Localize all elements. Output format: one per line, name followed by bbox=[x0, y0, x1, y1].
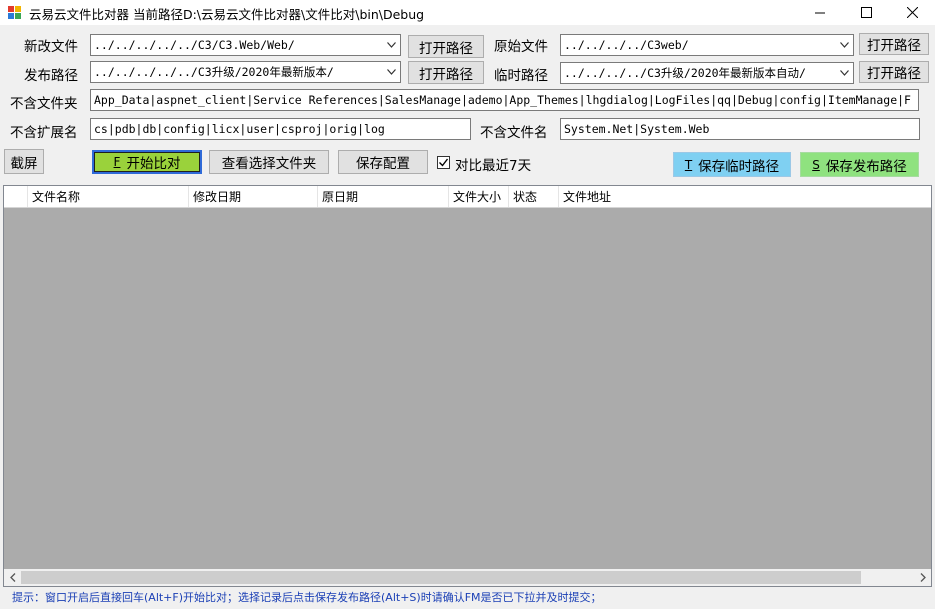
publish-path-value: ../../../../../C3升级/2020年最新版本/ bbox=[94, 65, 334, 79]
save-publish-path-label: 保存发布路径 bbox=[825, 158, 907, 175]
horizontal-scrollbar[interactable] bbox=[4, 569, 931, 586]
maximize-button[interactable] bbox=[843, 0, 889, 25]
check-icon bbox=[439, 158, 449, 167]
close-button[interactable] bbox=[889, 0, 935, 25]
publish-path-label: 发布路径 bbox=[24, 68, 78, 84]
orig-file-label: 原始文件 bbox=[494, 39, 548, 55]
exclude-folder-input[interactable]: App_Data|aspnet_client|Service Reference… bbox=[90, 89, 919, 111]
column-header[interactable]: 文件大小 bbox=[449, 186, 509, 207]
exclude-file-input[interactable]: System.Net|System.Web bbox=[560, 118, 920, 140]
minimize-button[interactable] bbox=[797, 0, 843, 25]
chevron-down-icon[interactable] bbox=[383, 35, 400, 55]
window-title: 云易云文件比对器 当前路径D:\云易云文件比对器\文件比对\bin\Debug bbox=[29, 7, 425, 22]
app-icon bbox=[8, 6, 22, 19]
status-hint: 提示：窗口开启后直接回车(Alt+F)开始比对；选择记录后点击保存发布路径(Al… bbox=[0, 589, 935, 609]
column-header[interactable]: 原日期 bbox=[318, 186, 449, 207]
exclude-folder-label: 不含文件夹 bbox=[10, 96, 78, 112]
save-temp-path-label: 保存临时路径 bbox=[698, 158, 780, 175]
publish-path-combo[interactable]: ../../../../../C3升级/2020年最新版本/ bbox=[90, 61, 401, 83]
minimize-icon bbox=[814, 12, 825, 14]
orig-file-value: ../../../../C3web/ bbox=[564, 38, 689, 52]
view-folder-button[interactable]: 查看选择文件夹 bbox=[209, 150, 329, 174]
row-header-corner bbox=[4, 186, 28, 207]
save-temp-path-button[interactable]: T 保存临时路径 bbox=[673, 152, 791, 177]
new-file-open-button[interactable]: 打开路径 bbox=[408, 35, 484, 58]
exclude-ext-input[interactable]: cs|pdb|db|config|licx|user|csproj|orig|l… bbox=[90, 118, 471, 140]
save-pub-shortcut-key: S bbox=[812, 157, 820, 172]
close-icon bbox=[906, 7, 918, 18]
orig-file-combo[interactable]: ../../../../C3web/ bbox=[560, 34, 854, 56]
column-header[interactable]: 文件地址 bbox=[559, 186, 931, 207]
save-temp-shortcut-key: T bbox=[684, 157, 693, 172]
save-config-button[interactable]: 保存配置 bbox=[338, 150, 428, 174]
recent-7-days-checkbox[interactable] bbox=[437, 156, 450, 169]
temp-path-value: ../../../../C3升级/2020年最新版本自动/ bbox=[564, 66, 806, 80]
column-header[interactable]: 状态 bbox=[509, 186, 559, 207]
temp-path-combo[interactable]: ../../../../C3升级/2020年最新版本自动/ bbox=[560, 62, 854, 84]
new-file-label: 新改文件 bbox=[24, 39, 78, 55]
scroll-left-icon[interactable] bbox=[4, 569, 21, 586]
column-header[interactable]: 修改日期 bbox=[189, 186, 318, 207]
scroll-right-icon[interactable] bbox=[914, 569, 931, 586]
new-file-combo[interactable]: ../../../../../C3/C3.Web/Web/ bbox=[90, 34, 401, 56]
column-header[interactable]: 文件名称 bbox=[28, 186, 189, 207]
save-publish-path-button[interactable]: S 保存发布路径 bbox=[800, 152, 919, 177]
file-compare-grid[interactable]: 文件名称 修改日期 原日期 文件大小 状态 文件地址 bbox=[3, 185, 932, 587]
screenshot-button[interactable]: 截屏 bbox=[4, 149, 44, 174]
scrollbar-thumb[interactable] bbox=[21, 571, 861, 584]
start-shortcut-key: F bbox=[113, 155, 121, 169]
orig-file-open-button[interactable]: 打开路径 bbox=[859, 33, 929, 55]
start-compare-button[interactable]: F 开始比对 bbox=[92, 150, 202, 174]
grid-header: 文件名称 修改日期 原日期 文件大小 状态 文件地址 bbox=[4, 186, 931, 208]
chevron-down-icon[interactable] bbox=[836, 35, 853, 55]
start-compare-label: 开始比对 bbox=[126, 156, 181, 172]
recent-7-days-label[interactable]: 对比最近7天 bbox=[455, 154, 531, 174]
new-file-value: ../../../../../C3/C3.Web/Web/ bbox=[94, 38, 295, 52]
publish-path-open-button[interactable]: 打开路径 bbox=[408, 61, 484, 84]
title-bar: 云易云文件比对器 当前路径D:\云易云文件比对器\文件比对\bin\Debug bbox=[0, 0, 935, 25]
chevron-down-icon[interactable] bbox=[383, 62, 400, 82]
exclude-file-label: 不含文件名 bbox=[480, 125, 548, 141]
chevron-down-icon[interactable] bbox=[836, 63, 853, 83]
temp-path-label: 临时路径 bbox=[494, 68, 548, 84]
exclude-ext-label: 不含扩展名 bbox=[10, 125, 78, 141]
maximize-icon bbox=[860, 7, 872, 18]
temp-path-open-button[interactable]: 打开路径 bbox=[859, 61, 929, 83]
